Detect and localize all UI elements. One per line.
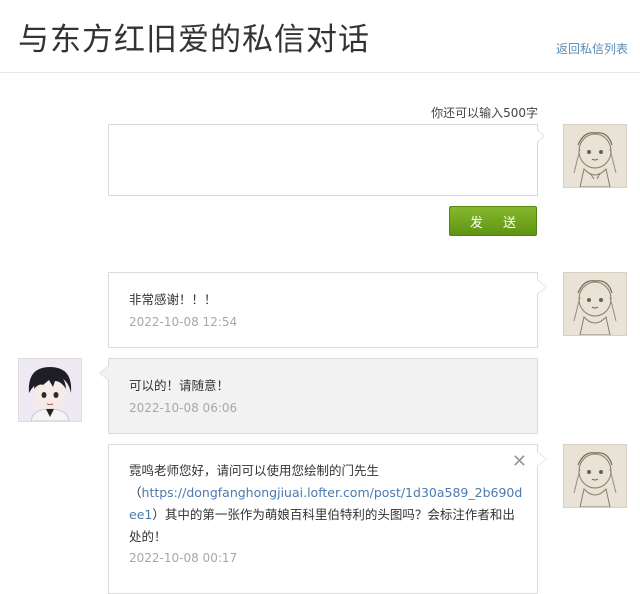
- char-count-hint: 你还可以输入500字: [431, 106, 538, 120]
- send-button[interactable]: 发 送: [449, 206, 537, 236]
- message-bubble-mine: 非常感谢！！！ 2022-10-08 12:54: [108, 272, 547, 348]
- sketch-portrait-icon: [573, 132, 617, 187]
- message-bubble-mine: ✕ 霓鸣老师您好，请问可以使用您绘制的门先生 （https://dongfang…: [108, 444, 547, 594]
- page-header: 与东方红旧爱的私信对话 返回私信列表: [0, 0, 640, 73]
- other-user-avatar[interactable]: [18, 358, 82, 422]
- message-bubble-other: 可以的！请随意！ 2022-10-08 06:06: [99, 358, 538, 434]
- message-text: 非常感谢！！！: [129, 292, 217, 307]
- bubble-tail-inner: [537, 280, 546, 294]
- bubble-tail-inner: [537, 130, 544, 142]
- bubble-tail-inner: [537, 452, 546, 466]
- message-text-line: 霓鸣老师您好，请问可以使用您绘制的门先生: [129, 463, 380, 478]
- my-avatar[interactable]: [563, 444, 627, 508]
- message-time: 2022-10-08 12:54: [129, 315, 238, 329]
- message-time: 2022-10-08 00:17: [129, 551, 238, 565]
- message-compose-box[interactable]: [108, 124, 545, 196]
- message-text: 可以的！请随意！: [129, 378, 230, 393]
- dark-hair-portrait-icon: [19, 359, 81, 421]
- sketch-portrait-icon: [573, 280, 617, 335]
- sketch-portrait-icon: [573, 452, 617, 507]
- message-input[interactable]: [109, 125, 537, 195]
- bubble-tail-inner: [100, 366, 109, 380]
- my-avatar[interactable]: [563, 124, 627, 188]
- back-to-list-link[interactable]: 返回私信列表: [556, 40, 628, 57]
- my-avatar[interactable]: [563, 272, 627, 336]
- page-title: 与东方红旧爱的私信对话: [18, 22, 370, 58]
- message-time: 2022-10-08 06:06: [129, 401, 238, 415]
- message-text: 霓鸣老师您好，请问可以使用您绘制的门先生 （https://dongfangho…: [129, 460, 524, 548]
- message-text-rest: ）其中的第一张作为萌娘百科里伯特利的头图吗？会标注作者和出处的！: [129, 507, 515, 544]
- paren-open: （: [129, 485, 142, 500]
